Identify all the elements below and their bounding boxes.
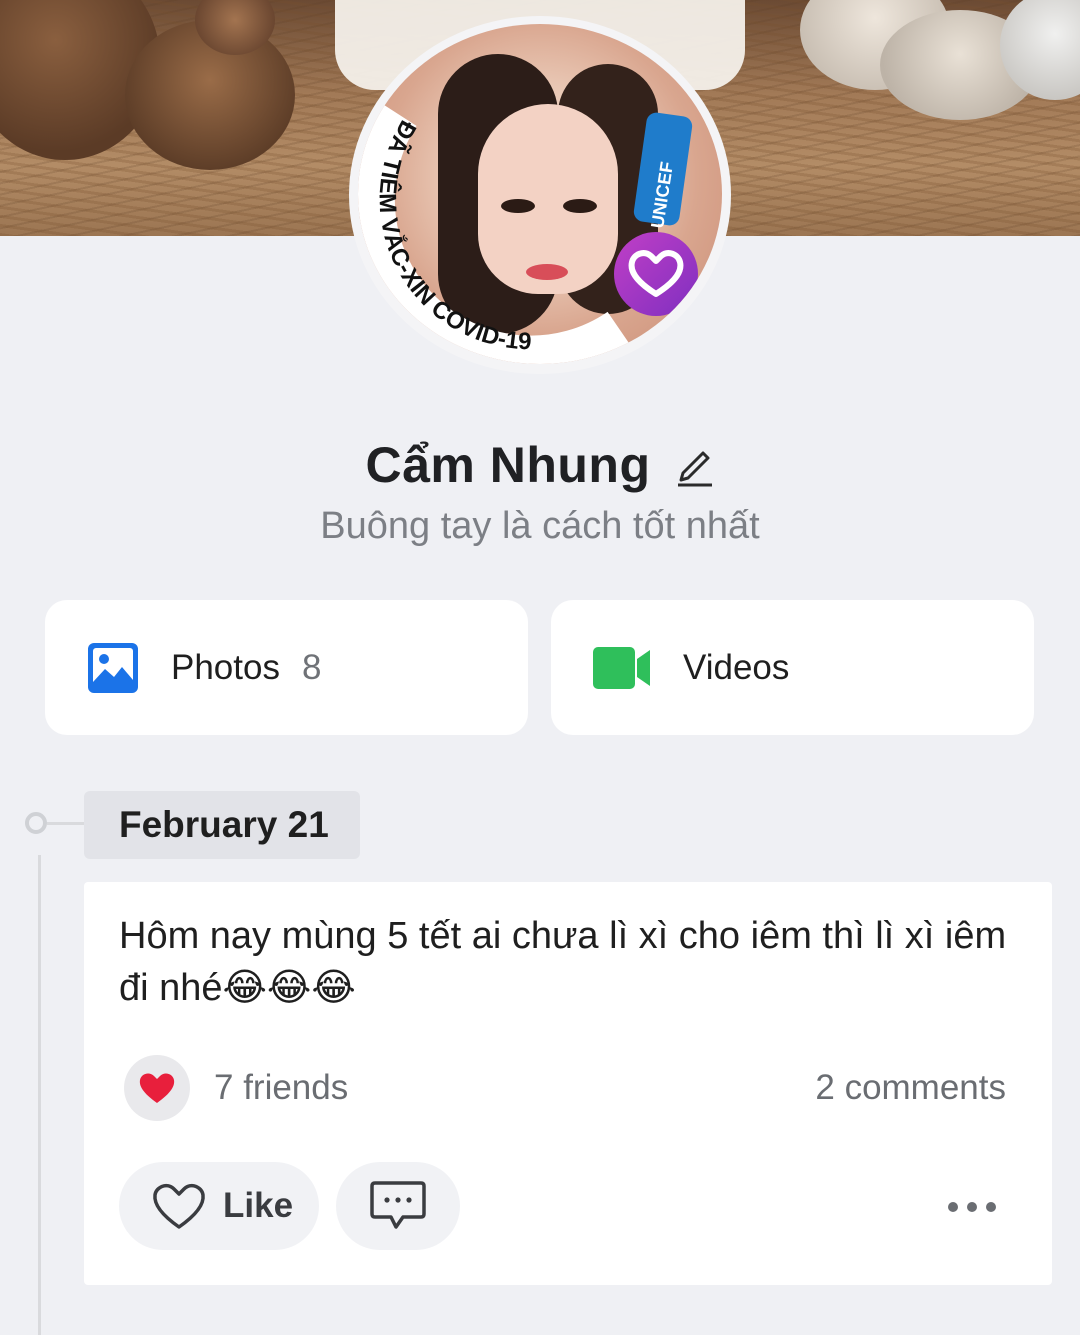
videos-label: Videos (683, 647, 790, 687)
avatar[interactable]: ĐÃ TIÊM VẮC-XIN COVID-19 UNICEF (358, 24, 722, 364)
photos-label: Photos (171, 647, 280, 687)
comments-count[interactable]: 2 comments (815, 1068, 1006, 1108)
profile-name-row: Cẩm Nhung (0, 430, 1080, 500)
profile-bio: Buông tay là cách tốt nhất (320, 505, 760, 547)
photos-card[interactable]: Photos 8 (45, 600, 528, 735)
image-icon (88, 642, 138, 693)
reactions-count[interactable]: 7 friends (214, 1068, 348, 1108)
videos-card[interactable]: Videos (551, 600, 1034, 735)
profile-page: ĐÃ TIÊM VẮC-XIN COVID-19 UNICEF Cẩm Nhun… (0, 0, 1080, 1335)
comment-button[interactable] (336, 1162, 460, 1250)
photos-count: 8 (301, 647, 322, 687)
like-label: Like (223, 1186, 294, 1225)
timeline-line (38, 855, 41, 1335)
comment-bubble-icon (370, 1181, 426, 1229)
post-text[interactable]: Hôm nay mùng 5 tết ai chưa lì xì cho iêm… (119, 910, 1019, 1014)
post-date: February 21 (84, 791, 360, 859)
timeline-dot (25, 812, 47, 834)
more-dots-icon (948, 1202, 996, 1212)
video-camera-icon (593, 646, 650, 689)
unicef-badge-text: UNICEF (647, 160, 677, 229)
pencil-icon[interactable] (675, 443, 715, 487)
more-options-button[interactable] (939, 1187, 1005, 1227)
heart-icon (139, 1073, 175, 1103)
timeline-connector (47, 822, 85, 825)
heart-outline-icon (153, 1183, 205, 1229)
like-button[interactable]: Like (119, 1162, 319, 1250)
svg-text:UNICEF: UNICEF (647, 160, 677, 229)
frame-heart-badge (614, 232, 698, 316)
reaction-badge[interactable] (124, 1055, 190, 1121)
heart-icon (628, 250, 684, 297)
post-card[interactable]: Hôm nay mùng 5 tết ai chưa lì xì cho iêm… (84, 882, 1052, 1285)
profile-name: Cẩm Nhung (365, 437, 651, 493)
